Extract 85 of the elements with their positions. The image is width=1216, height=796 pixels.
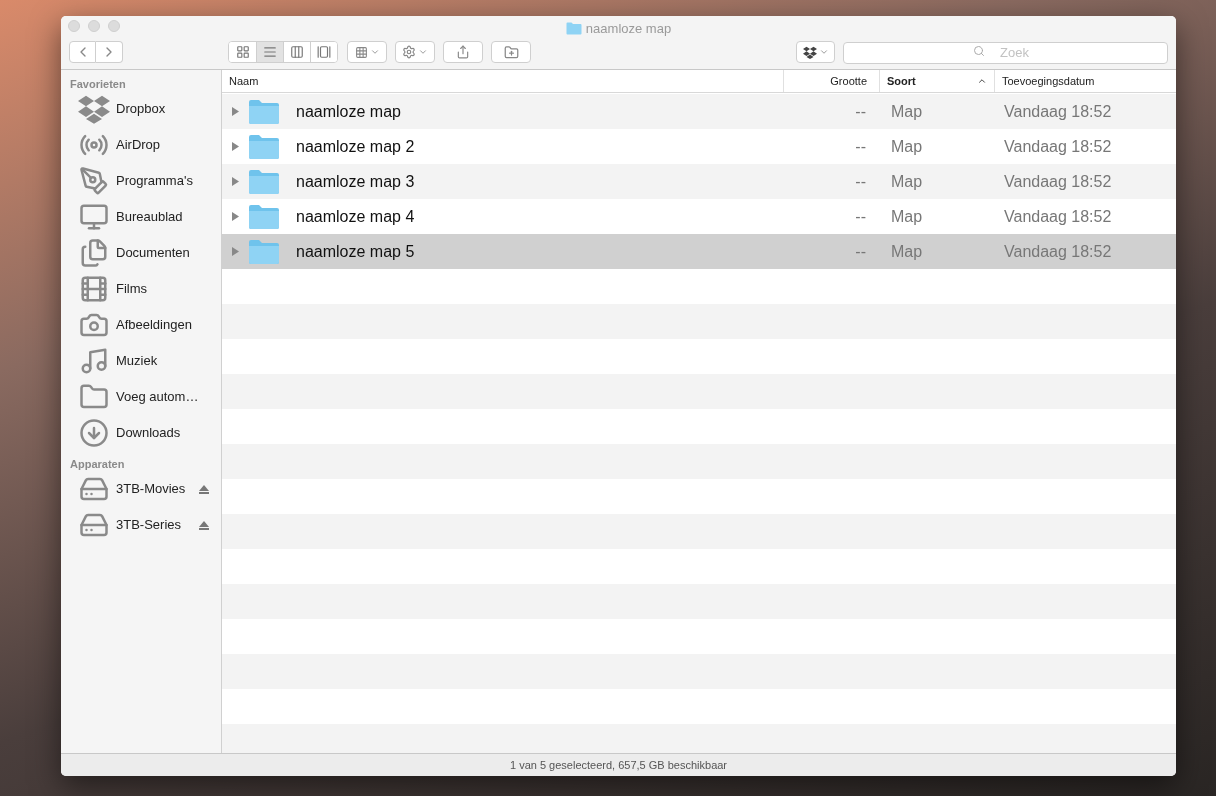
file-kind: Map xyxy=(890,171,924,192)
download-icon xyxy=(78,418,110,448)
sidebar-item[interactable]: 3TB-Series xyxy=(61,507,221,543)
disclosure-triangle-icon[interactable] xyxy=(232,142,239,151)
folder-icon xyxy=(248,98,280,125)
file-row[interactable]: naamloze map -- Map Vandaag 18:52 xyxy=(222,94,1176,129)
dropbox-icon xyxy=(78,94,110,124)
window-title: naamloze map xyxy=(585,20,672,38)
file-date: Vandaag 18:52 xyxy=(1003,171,1113,192)
disclosure-triangle-icon[interactable] xyxy=(232,177,239,186)
arrange-button[interactable] xyxy=(347,41,387,63)
sidebar-item[interactable]: Documenten xyxy=(61,235,221,271)
list-view-icon xyxy=(263,45,277,59)
share-icon xyxy=(456,45,470,59)
sidebar-section-title: Favorieten xyxy=(69,77,127,91)
file-size: -- xyxy=(854,241,867,262)
music-note-icon xyxy=(78,346,110,376)
eject-icon[interactable] xyxy=(199,520,209,530)
sidebar-item[interactable]: AirDrop xyxy=(61,127,221,163)
chevron-down-icon xyxy=(369,47,380,57)
sidebar-section-title: Apparaten xyxy=(69,457,126,471)
sidebar-item[interactable]: Muziek xyxy=(61,343,221,379)
file-size: -- xyxy=(854,136,867,157)
file-row[interactable]: naamloze map 3 -- Map Vandaag 18:52 xyxy=(222,164,1176,199)
file-kind: Map xyxy=(890,206,924,227)
file-kind: Map xyxy=(890,136,924,157)
column-header[interactable]: Toevoegingsdatum xyxy=(994,70,1176,92)
folder-icon xyxy=(565,22,582,36)
column-header[interactable]: Soort xyxy=(879,70,994,92)
back-button[interactable] xyxy=(69,41,96,63)
sidebar-item[interactable]: Downloads xyxy=(61,415,221,451)
dropbox-button[interactable] xyxy=(796,41,835,63)
file-kind: Map xyxy=(890,241,924,262)
file-date: Vandaag 18:52 xyxy=(1003,136,1113,157)
cover-flow-icon xyxy=(317,45,331,59)
sort-ascending-icon xyxy=(977,76,987,86)
share-button[interactable] xyxy=(443,41,483,63)
sidebar-item[interactable]: Voeg autom… xyxy=(61,379,221,415)
disclosure-triangle-icon[interactable] xyxy=(232,212,239,221)
disclosure-triangle-icon[interactable] xyxy=(232,247,239,256)
dropbox-icon xyxy=(802,45,817,59)
file-name: naamloze map 3 xyxy=(296,171,415,192)
action-button[interactable] xyxy=(395,41,435,63)
sidebar-item[interactable]: Dropbox xyxy=(61,91,221,127)
chevron-down-icon xyxy=(418,47,428,57)
apps-icon xyxy=(78,166,110,196)
column-header[interactable]: Grootte xyxy=(783,70,879,92)
disclosure-triangle-icon[interactable] xyxy=(232,107,239,116)
icon-view-icon xyxy=(235,45,250,59)
file-size: -- xyxy=(854,101,867,122)
chevron-down-icon xyxy=(818,47,829,57)
view-mode-button[interactable] xyxy=(256,42,283,62)
file-date: Vandaag 18:52 xyxy=(1003,101,1113,122)
search-icon xyxy=(973,45,985,57)
file-date: Vandaag 18:52 xyxy=(1003,206,1113,227)
file-kind: Map xyxy=(890,101,924,122)
search-field[interactable]: Zoek xyxy=(843,41,1168,64)
file-name: naamloze map xyxy=(296,101,401,122)
forward-button[interactable] xyxy=(96,41,123,63)
settings-icon xyxy=(402,45,416,59)
file-date: Vandaag 18:52 xyxy=(1003,241,1113,262)
folder-icon xyxy=(248,203,280,230)
sidebar-item[interactable]: Afbeeldingen xyxy=(61,307,221,343)
eject-icon[interactable] xyxy=(199,484,209,494)
desktop-icon xyxy=(78,202,110,232)
folder-icon xyxy=(248,133,280,160)
folder-plus-icon xyxy=(503,44,519,60)
file-name: naamloze map 2 xyxy=(296,136,415,157)
sidebar-item[interactable]: 3TB-Movies xyxy=(61,471,221,507)
sidebar-item[interactable]: Programma's xyxy=(61,163,221,199)
view-mode-button[interactable] xyxy=(310,42,337,62)
file-row[interactable]: naamloze map 5 -- Map Vandaag 18:52 xyxy=(222,234,1176,269)
new-folder-button[interactable] xyxy=(491,41,531,63)
file-name: naamloze map 5 xyxy=(296,241,415,262)
status-text: 1 van 5 geselecteerd, 657,5 GB beschikbaar xyxy=(509,757,728,773)
file-size: -- xyxy=(854,171,867,192)
folder-icon xyxy=(248,168,280,195)
grid-icon xyxy=(354,45,368,59)
column-view-icon xyxy=(290,45,304,59)
sidebar-item[interactable]: Bureaublad xyxy=(61,199,221,235)
folder-icon xyxy=(248,238,280,265)
column-header[interactable]: Naam xyxy=(222,70,783,92)
file-size: -- xyxy=(854,206,867,227)
file-name: naamloze map 4 xyxy=(296,206,415,227)
sidebar-item[interactable]: Films xyxy=(61,271,221,307)
